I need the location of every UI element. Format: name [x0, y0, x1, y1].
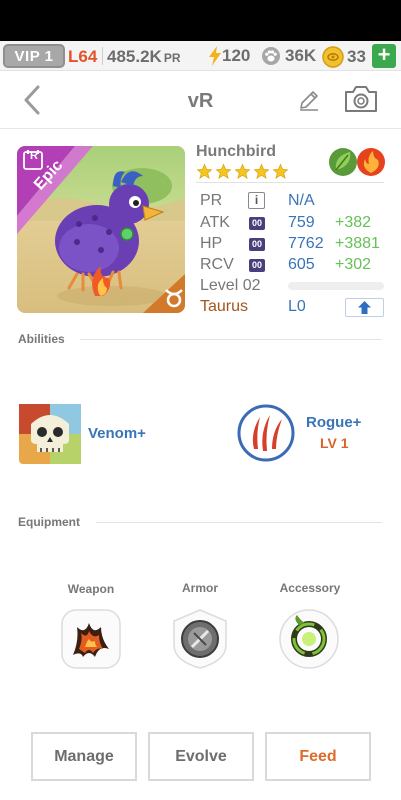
armor-label: Armor: [181, 581, 218, 595]
rcv-label: RCV: [200, 256, 234, 273]
divider: [196, 182, 384, 183]
divider: [80, 339, 382, 340]
zodiac-level: L0: [288, 298, 306, 315]
rcv-value: 605: [288, 256, 315, 273]
upgrade-zodiac-button[interactable]: [345, 298, 384, 317]
info-icon[interactable]: i: [248, 192, 265, 209]
skull-icon[interactable]: [19, 404, 81, 464]
star-icon: [253, 163, 270, 180]
pr-value: N/A: [288, 192, 315, 209]
energy-value: 120: [222, 46, 251, 65]
monster-portrait[interactable]: R Epic: [17, 146, 185, 313]
rcv-bonus: +302: [335, 256, 372, 273]
divider: [96, 522, 382, 523]
camera-icon[interactable]: [344, 85, 378, 113]
power-rating: 485.2K PR: [107, 47, 181, 67]
paw-icon: [262, 47, 280, 65]
ability-rogue-name: Rogue+: [306, 414, 362, 431]
page-title[interactable]: vR: [0, 90, 401, 113]
ability-rogue-level: LV 1: [320, 435, 349, 451]
arrow-up-icon: [358, 301, 371, 314]
hp-label: HP: [200, 235, 223, 252]
star-rating: [196, 163, 289, 180]
pr-label: PR: [200, 192, 223, 209]
nav-bar: vR: [0, 71, 401, 129]
accessory-label: Accessory: [279, 581, 341, 595]
add-currency-button[interactable]: +: [372, 44, 396, 68]
weapon-slot-icon[interactable]: [61, 609, 121, 669]
equipment-label: Equipment: [18, 515, 80, 529]
paw-counter[interactable]: 36K: [260, 46, 316, 66]
star-icon: [234, 163, 251, 180]
zodiac-sign: Taurus: [200, 298, 249, 315]
claw-icon[interactable]: [236, 403, 296, 463]
accessory-slot-icon[interactable]: [279, 609, 339, 669]
pencil-icon[interactable]: [297, 88, 321, 112]
weapon-label: Weapon: [67, 582, 115, 596]
energy-counter[interactable]: 120: [208, 46, 250, 66]
star-icon: [215, 163, 232, 180]
element-icons: [329, 148, 385, 176]
lightning-icon: [209, 46, 221, 66]
xp-progress-bar: [288, 282, 384, 290]
atk-boost-icon: 00: [249, 217, 265, 230]
coin-icon: [322, 46, 344, 68]
fire-icon: [357, 148, 385, 176]
armor-slot-icon[interactable]: [170, 609, 230, 669]
rarity-badge: R: [30, 150, 38, 162]
vip-badge[interactable]: VIP 1: [3, 44, 65, 68]
atk-value: 759: [288, 214, 315, 231]
atk-bonus: +382: [335, 214, 372, 231]
abilities-label: Abilities: [18, 332, 65, 346]
evolve-button[interactable]: Evolve: [148, 732, 254, 781]
top-strip: [0, 0, 401, 41]
coin-counter[interactable]: 33: [322, 46, 366, 68]
divider: [102, 47, 103, 65]
hp-bonus: +3881: [335, 235, 380, 252]
leaf-icon: [329, 148, 357, 176]
player-level: L64: [68, 47, 98, 66]
hp-value: 7762: [288, 235, 324, 252]
monster-name: Hunchbird: [196, 143, 276, 160]
rcv-boost-icon: 00: [249, 259, 265, 272]
coin-value: 33: [347, 47, 366, 66]
power-value: 485.2K: [107, 47, 162, 66]
hp-boost-icon: 00: [249, 238, 265, 251]
feed-button[interactable]: Feed: [265, 732, 371, 781]
manage-button[interactable]: Manage: [31, 732, 137, 781]
paw-value: 36K: [285, 46, 317, 65]
ability-venom-name: Venom+: [88, 425, 146, 442]
status-bar: VIP 1 L64 485.2K PR 120 36K 33 +: [0, 41, 401, 71]
atk-label: ATK: [200, 214, 230, 231]
star-icon: [196, 163, 213, 180]
power-unit: PR: [163, 51, 181, 65]
star-icon: [272, 163, 289, 180]
level-label: Level 02: [200, 277, 261, 294]
